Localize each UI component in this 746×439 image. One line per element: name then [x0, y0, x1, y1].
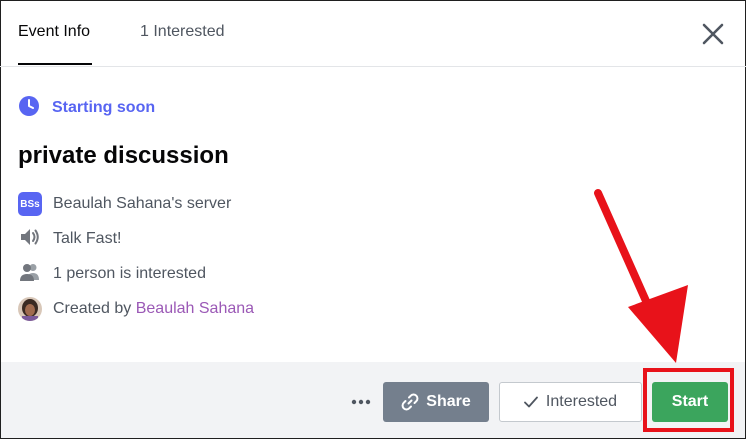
- event-title: private discussion: [18, 142, 229, 169]
- interest-row: 1 person is interested: [18, 262, 206, 286]
- share-label: Share: [426, 393, 471, 410]
- creator-name-link[interactable]: Beaulah Sahana: [136, 300, 254, 317]
- server-name: Beaulah Sahana's server: [53, 195, 232, 212]
- tab-bar: Event Info 1 Interested: [0, 0, 746, 67]
- interested-label: Interested: [545, 393, 618, 410]
- channel-name: Talk Fast!: [53, 230, 122, 247]
- ellipsis-icon[interactable]: [349, 392, 373, 412]
- creator-row: Created by Beaulah Sahana: [18, 297, 254, 321]
- check-icon: [524, 396, 538, 408]
- tab-event-info[interactable]: Event Info: [18, 23, 90, 41]
- annotation-arrow-icon: [594, 189, 688, 363]
- link-icon: [401, 393, 419, 411]
- avatar[interactable]: [18, 297, 42, 321]
- server-row: BSs Beaulah Sahana's server: [18, 192, 231, 216]
- server-badge: BSs: [18, 192, 42, 216]
- event-status: Starting soon: [18, 95, 156, 122]
- creator-prefix: Created by: [53, 300, 132, 317]
- share-button[interactable]: Share: [383, 382, 489, 422]
- people-icon: [18, 260, 42, 289]
- status-text: Starting soon: [52, 99, 156, 116]
- clock-icon: [18, 95, 40, 122]
- speaker-icon: [18, 225, 42, 254]
- tab-interested[interactable]: 1 Interested: [140, 23, 225, 41]
- interested-button[interactable]: Interested: [499, 382, 642, 422]
- channel-row: Talk Fast!: [18, 227, 121, 251]
- interest-count: 1 person is interested: [53, 265, 206, 282]
- active-tab-indicator: [18, 63, 92, 65]
- close-icon[interactable]: [700, 21, 726, 47]
